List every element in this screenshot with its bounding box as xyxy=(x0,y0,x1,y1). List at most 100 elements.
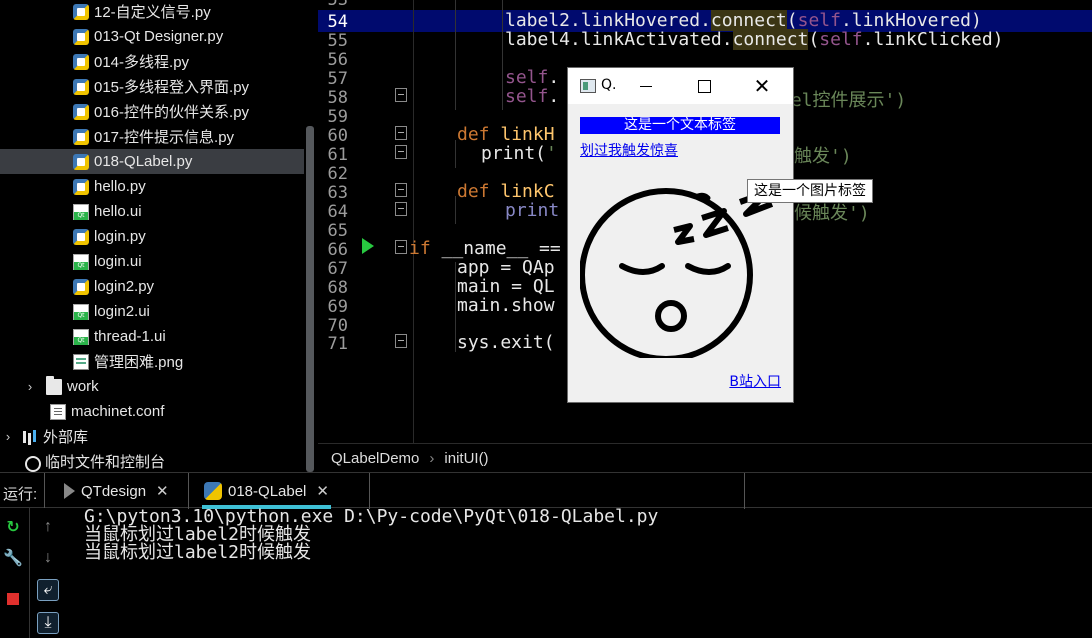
scroll-down-icon[interactable]: ↓ xyxy=(37,547,59,569)
tree-item[interactable]: thread-1.ui xyxy=(0,324,304,349)
mouth xyxy=(655,300,687,332)
python-file-icon xyxy=(73,3,89,20)
minimize-button[interactable] xyxy=(623,68,669,104)
qt-title-bar[interactable]: Q. ✕ xyxy=(568,68,793,104)
console-output[interactable]: G:\pyton3.10\python.exe D:\Py-code\PyQt\… xyxy=(84,508,1084,638)
fold-marker-icon[interactable] xyxy=(395,334,407,348)
run-config-icon xyxy=(64,483,75,499)
folder-icon xyxy=(46,375,62,395)
hover-link-label[interactable]: 划过我触发惊喜 xyxy=(580,140,678,160)
line-number: 56 xyxy=(327,50,348,70)
python-file-icon xyxy=(73,228,89,245)
tree-item-label: hello.py xyxy=(94,178,146,195)
fold-marker-icon[interactable] xyxy=(395,240,407,254)
code-line: def linkC xyxy=(457,181,555,202)
breadcrumb: QLabelDemo › initUI() xyxy=(318,443,1092,472)
run-tab-qtdesign[interactable]: QTdesign ✕ xyxy=(56,473,177,509)
fold-marker-icon[interactable] xyxy=(395,145,407,159)
closed-eye-right xyxy=(685,263,731,275)
tree-item-label: machinet.conf xyxy=(71,403,165,420)
python-file-icon xyxy=(73,28,89,45)
indent-guide xyxy=(455,196,456,224)
tree-item[interactable]: 015-多线程登入界面.py xyxy=(0,74,304,99)
tree-item[interactable]: login.ui xyxy=(0,249,304,274)
console-line: 当鼠标划过label2时候触发 xyxy=(84,542,312,563)
rerun-icon[interactable]: ↻ xyxy=(2,516,24,538)
fold-marker-icon[interactable] xyxy=(395,202,407,216)
close-icon[interactable]: ✕ xyxy=(316,482,329,500)
qt-window-title: Q. xyxy=(601,77,617,93)
close-icon[interactable]: ✕ xyxy=(156,482,169,500)
tree-item[interactable]: 016-控件的伙伴关系.py xyxy=(0,99,304,124)
close-button[interactable]: ✕ xyxy=(739,68,785,104)
python-file-icon xyxy=(73,153,89,170)
tree-scrollbar[interactable] xyxy=(306,126,314,472)
breadcrumb-item-method[interactable]: initUI() xyxy=(444,450,488,467)
tree-item[interactable]: 018-QLabel.py xyxy=(0,149,304,174)
tree-item-scratches[interactable]: 临时文件和控制台 xyxy=(0,449,304,472)
fold-marker-icon[interactable] xyxy=(395,126,407,140)
tree-item[interactable]: 017-控件提示信息.py xyxy=(0,124,304,149)
tree-item-label: thread-1.ui xyxy=(94,328,166,345)
line-number: 54 xyxy=(327,12,348,32)
tab-separator xyxy=(744,473,745,509)
tree-item[interactable]: login.py xyxy=(0,224,304,249)
tree-item[interactable]: login2.ui xyxy=(0,299,304,324)
tree-item-label: 12-自定义信号.py xyxy=(94,4,211,21)
line-number: 70 xyxy=(327,316,348,336)
tree-item-external-libraries[interactable]: › 外部库 xyxy=(0,424,304,449)
maximize-button[interactable] xyxy=(681,68,727,104)
scroll-to-end-icon[interactable]: ⤓ xyxy=(37,612,59,634)
line-number: 67 xyxy=(327,259,348,279)
chevron-right-icon[interactable]: › xyxy=(22,379,38,394)
tree-item-label: login2.ui xyxy=(94,303,150,320)
run-tab-label: QTdesign xyxy=(81,482,147,500)
text-label: 这是一个文本标签 xyxy=(580,117,780,134)
tree-item[interactable]: 管理困难.png xyxy=(0,349,304,374)
config-file-icon xyxy=(50,403,66,420)
scroll-up-icon[interactable]: ↑ xyxy=(37,516,59,538)
run-gutter-icon[interactable] xyxy=(362,238,374,254)
project-tree: 12-自定义信号.py 013-Qt Designer.py 014-多线程.py 0… xyxy=(0,0,318,472)
fold-marker-icon[interactable] xyxy=(395,88,407,102)
code-line: label4.linkActivated.connect(self.linkCl… xyxy=(505,29,1004,50)
tree-item[interactable]: 014-多线程.py xyxy=(0,49,304,74)
code-fragment: bel控件展示') xyxy=(780,90,907,111)
chevron-right-icon[interactable]: › xyxy=(0,429,16,444)
indent-guide xyxy=(455,262,456,352)
python-file-icon xyxy=(73,278,89,295)
bilibili-link-label[interactable]: B站入口 xyxy=(729,371,781,391)
wrench-icon[interactable]: 🔧 xyxy=(2,547,24,569)
tree-item[interactable]: login2.py xyxy=(0,274,304,299)
tree-item-label: 014-多线程.py xyxy=(94,54,190,71)
code-line: def linkH xyxy=(457,124,555,145)
tree-item-label: 015-多线程登入界面.py xyxy=(94,79,250,96)
soft-wrap-icon[interactable]: ⤶ xyxy=(37,579,59,601)
tab-separator xyxy=(369,473,370,509)
python-file-icon xyxy=(73,78,89,95)
qt-ui-file-icon xyxy=(73,203,89,220)
qt-ui-file-icon xyxy=(73,253,89,270)
stop-icon[interactable] xyxy=(2,588,24,610)
tree-item-work[interactable]: › work xyxy=(0,374,304,399)
tree-item-machinet-conf[interactable]: machinet.conf xyxy=(0,399,304,424)
tree-item[interactable]: 013-Qt Designer.py xyxy=(0,24,304,49)
tree-item[interactable]: hello.ui xyxy=(0,199,304,224)
breadcrumb-item-class[interactable]: QLabelDemo xyxy=(331,450,419,467)
line-number: 58 xyxy=(327,88,348,108)
tree-item[interactable]: hello.py xyxy=(0,174,304,199)
run-tab-018-qlabel[interactable]: 018-QLabel ✕ xyxy=(196,473,337,509)
qt-demo-window[interactable]: Q. ✕ 这是一个文本标签 划过我触发惊喜 B站入口 xyxy=(567,67,794,403)
line-number: 55 xyxy=(327,31,348,51)
tree-item[interactable]: 12-自定义信号.py xyxy=(0,0,304,24)
run-toolbar: ↻ ↑ 🔧 ↓ ⤶ ⤓ xyxy=(0,508,64,638)
fold-marker-icon[interactable] xyxy=(395,183,407,197)
tree-item-label: login2.py xyxy=(94,278,155,295)
closed-eye-left xyxy=(619,263,665,275)
line-number: 66 xyxy=(327,240,348,260)
tree-item-label: 外部库 xyxy=(43,429,89,446)
run-panel-label: 运行: xyxy=(3,486,38,503)
qt-ui-file-icon xyxy=(73,328,89,345)
tree-item-label: login.ui xyxy=(94,253,142,270)
python-file-icon xyxy=(73,53,89,70)
